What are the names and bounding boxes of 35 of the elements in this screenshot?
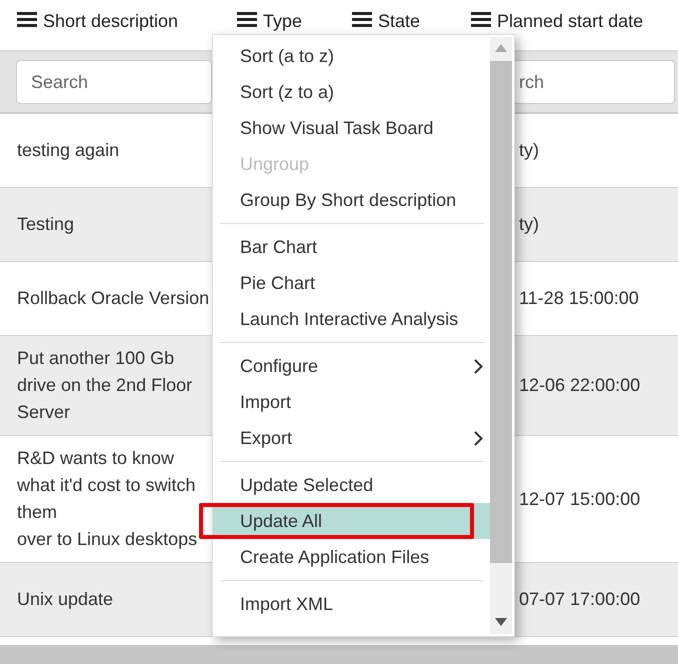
- menu-icon[interactable]: [237, 11, 257, 27]
- column-header[interactable]: State: [378, 11, 420, 32]
- table-cell: 12-07 15:00:00: [519, 488, 640, 510]
- menu-item[interactable]: Configure: [213, 348, 491, 384]
- menu-item[interactable]: Create Application Files: [213, 539, 491, 575]
- scrollbar-thumb[interactable]: [490, 61, 512, 563]
- table-cell: ty): [519, 214, 539, 235]
- menu-item[interactable]: Launch Interactive Analysis: [213, 301, 491, 337]
- table-cell-text: Unix update: [17, 588, 114, 611]
- menu-item[interactable]: Import: [213, 384, 491, 420]
- column-header[interactable]: Planned start date: [497, 11, 644, 32]
- column-header[interactable]: Short description: [43, 11, 178, 32]
- table-cell-text: Rollback Oracle Version: [17, 287, 210, 310]
- scrollbar[interactable]: [490, 37, 512, 634]
- menu-icon[interactable]: [471, 11, 491, 27]
- search-field[interactable]: Search: [16, 60, 212, 104]
- menu-item[interactable]: Update Selected: [213, 467, 491, 503]
- menu-item[interactable]: Bar Chart: [213, 229, 491, 265]
- table-cell-text: testing again: [17, 139, 120, 162]
- table-cell-text: Put another 100 Gb drive on the 2nd Floor Server: [17, 347, 192, 424]
- menu-icon[interactable]: [17, 11, 37, 27]
- table-cell: 12-06 22:00:00: [519, 375, 640, 396]
- menu-item[interactable]: Show Visual Task Board: [213, 110, 491, 146]
- scroll-down-icon[interactable]: [495, 618, 507, 626]
- table-cell: 11-28 15:00:00: [519, 288, 639, 309]
- menu-item[interactable]: Export: [213, 420, 491, 456]
- menu-item[interactable]: Import XML: [213, 586, 491, 622]
- menu-icon[interactable]: [352, 11, 372, 27]
- column-header[interactable]: Type: [263, 11, 302, 32]
- table-cell: 07-07 17:00:00: [519, 589, 640, 610]
- menu-item[interactable]: Pie Chart: [213, 265, 491, 301]
- table-cell-text: R&D wants to know what it'd cost to switch them over to Linux desktops: [17, 447, 198, 551]
- menu-item[interactable]: Group By Short description: [213, 182, 491, 218]
- table-cell: ty): [519, 140, 539, 161]
- table-cell-text: Testing: [17, 213, 74, 236]
